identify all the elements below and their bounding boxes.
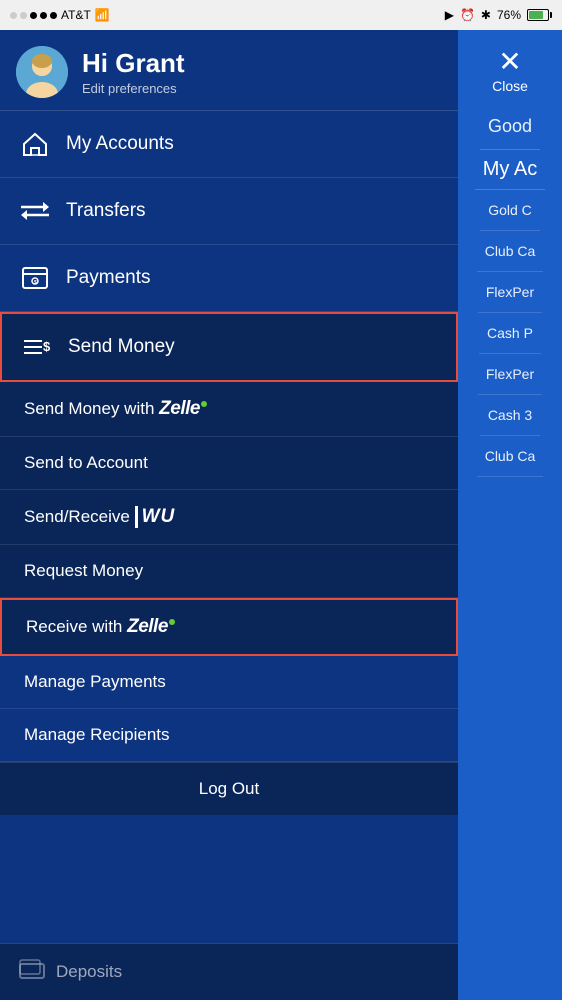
logout-label: Log Out [199,779,260,798]
right-section-title: My Ac [475,150,545,190]
menu-item-send-wu[interactable]: Send/Receive WU [0,490,458,545]
right-item-5[interactable]: Cash 3 [480,395,540,436]
location-icon: ▶ [445,8,454,22]
signal-dots [10,12,57,19]
edit-preferences-link[interactable]: Edit preferences [82,81,185,96]
manage-payments-label: Manage Payments [24,672,166,692]
menu-item-transfers[interactable]: Transfers [0,178,458,245]
payments-label: Payments [66,267,150,289]
transfers-label: Transfers [66,200,146,222]
right-item-3[interactable]: Cash P [479,313,541,354]
close-x-icon: ✕ [498,48,521,76]
logout-item[interactable]: Log Out [0,762,458,815]
battery-indicator [527,9,552,21]
right-item-2[interactable]: FlexPer [478,272,542,313]
dot4 [40,12,47,19]
dot3 [30,12,37,19]
status-bar: AT&T 📶 ▶ ⏰ ✱ 76% [0,0,562,30]
home-icon [18,127,52,161]
menu-item-payments[interactable]: $ Payments [0,245,458,312]
transfer-icon [18,194,52,228]
battery-tip [550,12,552,18]
dot1 [10,12,17,19]
right-greeting: Good [480,104,540,150]
zelle-brand-receive: Zelle [127,616,175,638]
deposits-nav[interactable]: Deposits [0,943,458,1000]
send-money-label: Send Money [68,336,175,358]
dot2 [20,12,27,19]
user-header[interactable]: Hi Grant Edit preferences [0,30,458,111]
send-account-label: Send to Account [24,453,148,473]
right-item-1[interactable]: Club Ca [477,231,544,272]
svg-text:$: $ [43,339,51,354]
close-label: Close [492,78,528,94]
menu-item-my-accounts[interactable]: My Accounts [0,111,458,178]
user-greeting: Hi Grant [82,48,185,79]
send-wu-prefix: Send/Receive [24,507,135,527]
svg-text:$: $ [34,280,37,286]
main-panels: Hi Grant Edit preferences My Accounts [0,30,562,1000]
zelle-brand-send: Zelle [159,398,207,420]
manage-recipients-label: Manage Recipients [24,725,170,745]
menu-item-send-zelle[interactable]: Send Money with Zelle [0,382,458,437]
menu-item-send-money[interactable]: $ Send Money [0,312,458,382]
deposits-icon [18,958,46,986]
right-item-6[interactable]: Club Ca [477,436,544,477]
battery-percent: 76% [497,8,521,22]
right-item-0[interactable]: Gold C [480,190,540,231]
deposits-label: Deposits [56,962,122,982]
my-accounts-label: My Accounts [66,133,174,155]
wu-brand: WU [135,506,176,528]
wifi-icon: 📶 [95,8,110,22]
bluetooth-icon: ✱ [481,8,491,22]
request-money-label: Request Money [24,561,143,581]
send-money-icon: $ [20,330,54,364]
status-right: ▶ ⏰ ✱ 76% [445,8,552,22]
user-info: Hi Grant Edit preferences [82,48,185,96]
menu-item-manage-recipients[interactable]: Manage Recipients [0,709,458,762]
send-zelle-label: Send Money with [24,399,159,419]
menu-item-receive-zelle[interactable]: Receive with Zelle [0,598,458,656]
right-item-4[interactable]: FlexPer [478,354,542,395]
dot5 [50,12,57,19]
alarm-icon: ⏰ [460,8,475,22]
menu-item-send-account[interactable]: Send to Account [0,437,458,490]
avatar [16,46,68,98]
carrier-label: AT&T [61,8,91,22]
status-left: AT&T 📶 [10,8,110,22]
menu-item-manage-payments[interactable]: Manage Payments [0,656,458,709]
receive-zelle-prefix: Receive with [26,617,127,637]
payments-icon: $ [18,261,52,295]
left-panel: Hi Grant Edit preferences My Accounts [0,30,458,1000]
menu-item-request-money[interactable]: Request Money [0,545,458,598]
battery-fill [529,11,543,19]
right-panel: ✕ Close Good My Ac Gold C Club Ca FlexPe… [458,30,562,1000]
close-button[interactable]: ✕ Close [492,30,528,104]
